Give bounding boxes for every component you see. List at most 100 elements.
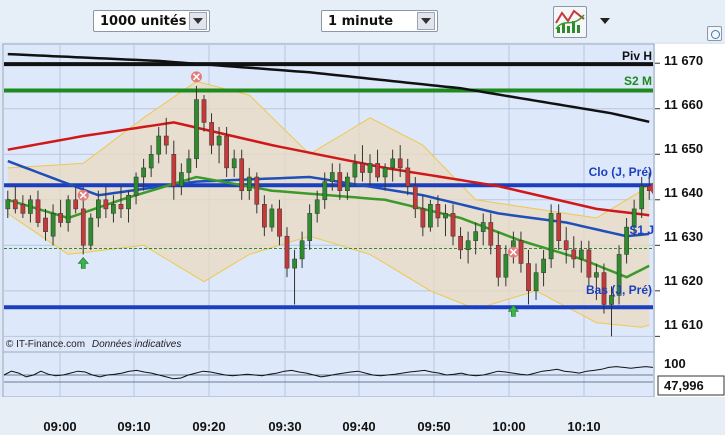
candle-body [624, 226, 629, 255]
price-axis-label: 11 670 [664, 53, 703, 68]
candle-body [428, 204, 433, 228]
time-axis-label: 09:00 [43, 419, 76, 434]
candle-body [639, 185, 645, 210]
candle-body [307, 213, 313, 241]
candle-body [133, 176, 139, 196]
candle-body [239, 158, 245, 191]
price-axis-label: 11 640 [664, 185, 703, 200]
candle-body [541, 258, 546, 273]
candle-body [103, 199, 109, 210]
price-axis-label: 11 660 [664, 97, 703, 112]
candle-body [458, 235, 463, 251]
candle-body [111, 204, 116, 214]
candle-body [473, 231, 479, 241]
candle-body [488, 222, 494, 246]
pivot-label-bas: Bas (J, Pré) [586, 283, 652, 297]
candle-body [20, 204, 26, 214]
watermark-source: © IT-Finance.com [6, 339, 85, 350]
candle-body [96, 199, 101, 219]
candle-body [224, 135, 229, 169]
candle-body [65, 199, 71, 223]
oscillator-value: 47,996 [664, 378, 704, 393]
candle-body [352, 163, 358, 178]
candle-body [118, 204, 124, 210]
candle-body [563, 240, 569, 251]
candle-body [209, 122, 214, 146]
time-axis-label: 10:10 [567, 419, 600, 434]
candle-body [194, 99, 199, 160]
candle-body [284, 235, 290, 269]
candle-body [503, 254, 509, 278]
candle-body [435, 204, 441, 219]
pivot-label-s2-m: S2 M [624, 74, 652, 88]
candle-body [480, 222, 486, 232]
price-axis-label: 11 650 [664, 141, 703, 156]
price-axis-label: 11 610 [664, 317, 703, 332]
candle-body [367, 163, 373, 173]
watermark-note: Données indicatives [92, 339, 182, 350]
candle-body [35, 199, 41, 223]
price-axis-label: 11 630 [664, 229, 703, 244]
candle-body [345, 176, 350, 191]
candle-body [50, 213, 56, 237]
candle-body [360, 163, 365, 173]
candle-body [5, 199, 11, 210]
time-axis-label: 10:00 [492, 419, 525, 434]
candle-body [390, 158, 396, 169]
pivot-label-clo: Clo (J, Pré) [589, 165, 652, 179]
candle-body [405, 167, 411, 187]
candle-body [231, 158, 237, 169]
price-chart[interactable]: Piv H S2 M Clo (J, Pré) S1 J Bas (J, Pré… [0, 0, 725, 435]
candle-body [12, 199, 18, 210]
candle-body [397, 158, 403, 169]
price-axis-label: 11 620 [664, 273, 703, 288]
candle-body [28, 199, 33, 214]
candle-body [329, 172, 335, 182]
candle-body [571, 249, 577, 260]
candle-body [443, 213, 448, 219]
candle-body [586, 249, 592, 278]
candle-body [262, 204, 267, 228]
candle-body [126, 194, 131, 210]
candle-body [88, 217, 94, 246]
candle-body [216, 135, 222, 146]
candle-body [314, 199, 320, 214]
candle-body [163, 135, 169, 146]
candle-body [556, 213, 562, 241]
candle-body [254, 176, 260, 205]
candle-body [58, 213, 63, 223]
time-axis-label: 09:30 [268, 419, 301, 434]
candle-body [73, 199, 79, 210]
candle-body [299, 240, 305, 260]
candle-body [465, 240, 471, 251]
candle-body [179, 172, 184, 187]
candle-body [292, 258, 297, 269]
candle-body [156, 135, 162, 155]
candle-body [382, 167, 388, 178]
candle-body [337, 172, 343, 191]
candle-body [246, 176, 252, 191]
candle-body [322, 181, 328, 201]
time-axis-label: 09:20 [192, 419, 225, 434]
candle-body [412, 185, 418, 210]
time-axis-label: 09:10 [117, 419, 150, 434]
candle-body [495, 245, 501, 278]
candle-body [43, 217, 48, 232]
oscillator-top-label: 100 [664, 356, 686, 371]
candle-body [518, 240, 524, 264]
candle-body [141, 167, 146, 178]
time-axis-label: 09:50 [417, 419, 450, 434]
svg-text:© IT-Finance.com Données i: © IT-Finance.com Données indicatives [6, 339, 181, 350]
pivot-label-piv-h: Piv H [622, 49, 652, 63]
candle-body [186, 158, 192, 173]
candle-body [80, 208, 86, 246]
pivot-label-s1: S1 J [629, 223, 654, 237]
candle-body [420, 208, 426, 228]
candle-body [201, 99, 207, 123]
candle-body [277, 208, 282, 237]
candle-body [578, 249, 584, 260]
time-axis-label: 09:40 [342, 419, 375, 434]
candle-body [594, 272, 599, 278]
candle-body [450, 213, 456, 237]
candle-body [533, 272, 539, 292]
